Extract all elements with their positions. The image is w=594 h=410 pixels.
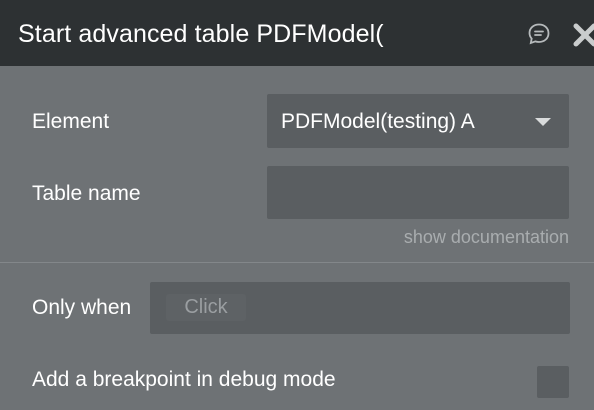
- only-when-condition-field[interactable]: Click: [150, 282, 570, 334]
- table-name-label: Table name: [32, 182, 141, 205]
- panel-header: Start advanced table PDFModel(: [0, 0, 594, 66]
- table-name-input[interactable]: [267, 166, 569, 219]
- element-dropdown[interactable]: PDFModel(testing) A: [267, 94, 569, 148]
- chat-bubble-icon[interactable]: [527, 22, 551, 46]
- chevron-down-icon: [535, 118, 551, 126]
- show-documentation-link[interactable]: show documentation: [404, 227, 569, 248]
- only-when-label: Only when: [32, 296, 132, 319]
- only-when-placeholder[interactable]: Click: [166, 294, 246, 321]
- element-dropdown-value: PDFModel(testing) A: [281, 110, 475, 133]
- panel-title: Start advanced table PDFModel(: [18, 20, 384, 48]
- breakpoint-checkbox[interactable]: [537, 366, 569, 398]
- section-divider: [0, 262, 594, 263]
- breakpoint-label: Add a breakpoint in debug mode: [32, 368, 336, 391]
- element-label: Element: [32, 110, 110, 133]
- close-icon[interactable]: [572, 22, 594, 48]
